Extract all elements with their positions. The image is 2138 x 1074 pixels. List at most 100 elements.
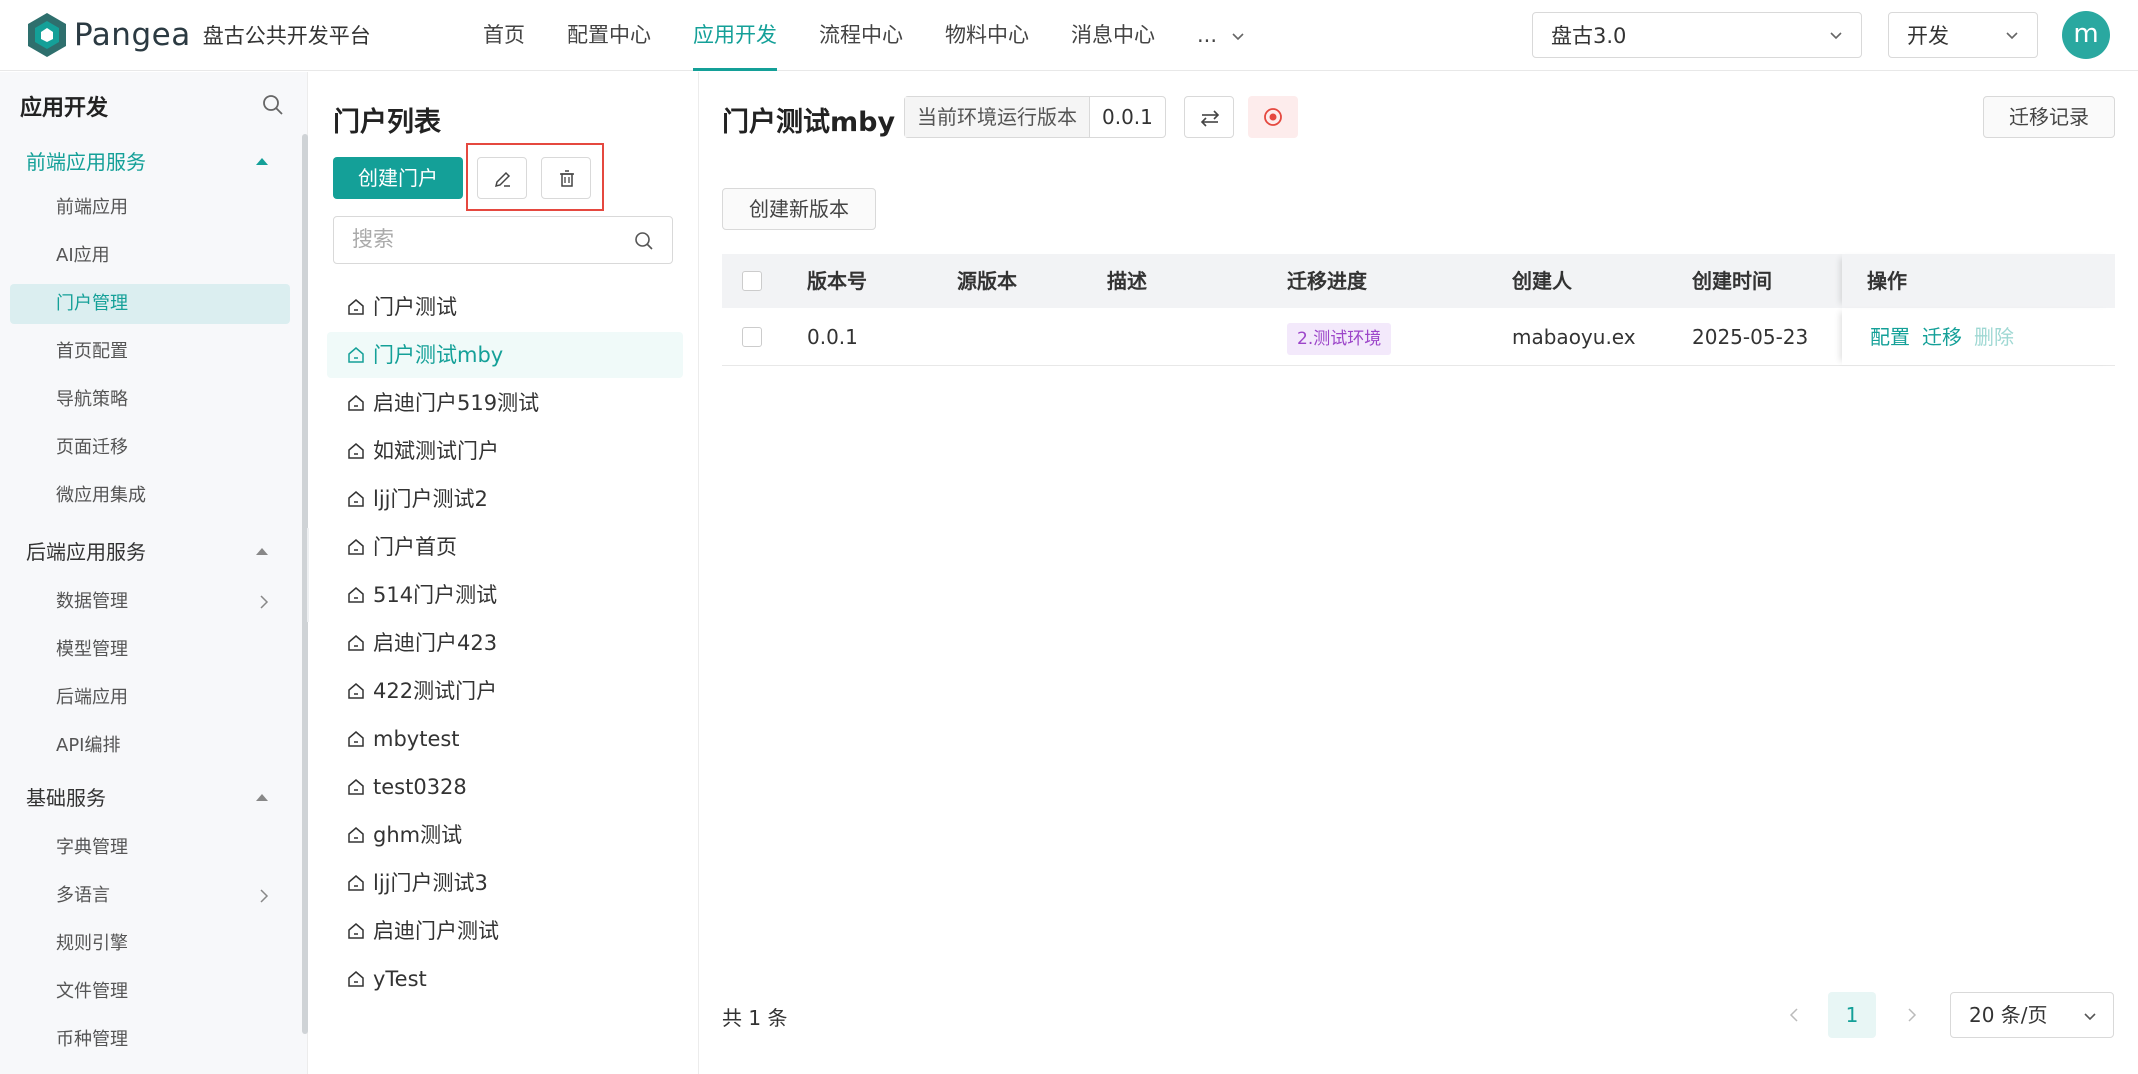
portal-item[interactable]: ljj门户测试2: [327, 476, 683, 522]
nav-material-center[interactable]: 物料中心: [924, 0, 1050, 71]
portal-item[interactable]: test0328: [327, 764, 683, 810]
sidebar-item-i18n[interactable]: 多语言: [10, 876, 290, 916]
env-version-value: 0.0.1: [1102, 105, 1153, 129]
sidebar-item-api-orchestration[interactable]: API编排: [10, 726, 290, 766]
nav-config-center[interactable]: 配置中心: [546, 0, 672, 71]
portal-item[interactable]: 门户测试mby: [327, 332, 683, 378]
portal-search-input[interactable]: [352, 217, 632, 261]
portal-item-label: ghm测试: [373, 823, 463, 847]
sidebar-item-portal-mgmt[interactable]: 门户管理: [10, 284, 290, 324]
sidebar-item-label: 多语言: [56, 885, 110, 906]
row-checkbox[interactable]: [742, 327, 762, 347]
env-version-tag: 当前环境运行版本 0.0.1: [904, 96, 1166, 138]
sidebar-item-currency[interactable]: 币种管理: [10, 1020, 290, 1060]
portal-item-label: 如斌测试门户: [373, 439, 499, 463]
caret-up-icon: [256, 548, 268, 555]
portal-item[interactable]: ghm测试: [327, 812, 683, 858]
portal-item[interactable]: mbytest: [327, 716, 683, 762]
main-content: 门户测试mby 当前环境运行版本 0.0.1 迁移记录 创建新版本 版本号 源版…: [700, 72, 2138, 1074]
sidebar-item-backend-app[interactable]: 后端应用: [10, 678, 290, 718]
home-icon: [348, 443, 364, 459]
sidebar-title: 应用开发: [20, 96, 109, 121]
portal-item[interactable]: 514门户测试: [327, 572, 683, 618]
next-page-button: [1898, 992, 1928, 1038]
portal-item[interactable]: 门户测试: [327, 284, 683, 330]
chevron-right-icon: [260, 889, 269, 903]
version-table: 版本号 源版本 描述 迁移进度 创建人 创建时间 操作 0.0.1 2.测试环境…: [722, 254, 2115, 366]
sidebar-item-dictionary[interactable]: 字典管理: [10, 828, 290, 868]
select-all-checkbox[interactable]: [742, 271, 762, 291]
portal-item[interactable]: ljj门户测试3: [327, 860, 683, 906]
sidebar-item-micro-app[interactable]: 微应用集成: [10, 476, 290, 516]
portal-item[interactable]: 启迪门户423: [327, 620, 683, 666]
sidebar-group-basic[interactable]: 基础服务: [0, 776, 290, 820]
env-version-label: 当前环境运行版本: [905, 97, 1090, 137]
sidebar-item-rule-engine[interactable]: 规则引擎: [10, 924, 290, 964]
table-header: 版本号 源版本 描述 迁移进度 创建人 创建时间 操作: [722, 254, 2115, 308]
main-nav: 首页 配置中心 应用开发 流程中心 物料中心 消息中心 ...: [462, 0, 1266, 71]
prev-page-button: [1780, 992, 1810, 1038]
nav-message-center[interactable]: 消息中心: [1050, 0, 1176, 71]
sidebar-item-data-mgmt[interactable]: 数据管理: [10, 582, 290, 622]
stage-tag: 2.测试环境: [1287, 323, 1392, 355]
portal-item[interactable]: 如斌测试门户: [327, 428, 683, 474]
home-icon: [348, 971, 364, 987]
sidebar-item-nav-strategy[interactable]: 导航策略: [10, 380, 290, 420]
nav-home[interactable]: 首页: [462, 0, 546, 71]
search-icon[interactable]: [262, 94, 284, 116]
migration-log-button[interactable]: 迁移记录: [1983, 96, 2115, 138]
sidebar-item-file-mgmt[interactable]: 文件管理: [10, 972, 290, 1012]
page-size-select[interactable]: 20 条/页: [1950, 992, 2114, 1038]
home-icon: [348, 683, 364, 699]
stop-button[interactable]: [1248, 96, 1298, 138]
search-icon[interactable]: [634, 231, 654, 251]
portal-item-label: 门户测试: [373, 295, 457, 319]
sidebar-group-frontend[interactable]: 前端应用服务: [0, 140, 290, 184]
portal-item-label: yTest: [373, 967, 427, 991]
pangea-logo-icon: [28, 13, 66, 57]
create-version-button[interactable]: 创建新版本: [722, 188, 876, 230]
sidebar-group-backend[interactable]: 后端应用服务: [0, 530, 290, 574]
config-link[interactable]: 配置: [1870, 325, 1910, 349]
nav-process-center[interactable]: 流程中心: [798, 0, 924, 71]
portal-search-field[interactable]: [333, 216, 673, 264]
highlight-box: [466, 143, 604, 211]
portal-item[interactable]: yTest: [327, 956, 683, 1002]
portal-item[interactable]: 门户首页: [327, 524, 683, 570]
chevron-down-icon: [2006, 32, 2018, 40]
user-avatar[interactable]: m: [2062, 11, 2110, 59]
col-desc: 描述: [1107, 269, 1147, 293]
total-count: 共 1 条: [722, 1006, 788, 1030]
portal-item[interactable]: 422测试门户: [327, 668, 683, 714]
env-select-value: 开发: [1907, 24, 1949, 48]
home-icon: [348, 491, 364, 507]
chevron-down-icon: [1232, 32, 1244, 40]
swap-icon: [1200, 110, 1220, 127]
table-row: 0.0.1 2.测试环境 mabaoyu.ex 2025-05-23 配置 迁移删…: [722, 308, 2115, 366]
nav-more-label: ...: [1197, 23, 1218, 47]
sidebar-item-home-config[interactable]: 首页配置: [10, 332, 290, 372]
chevron-right-icon: [260, 595, 269, 609]
create-portal-button[interactable]: 创建门户: [333, 157, 463, 199]
nav-app-dev[interactable]: 应用开发: [672, 0, 798, 71]
brand-logo[interactable]: Pangea 盘古公共开发平台: [26, 12, 371, 58]
col-source: 源版本: [957, 269, 1017, 293]
sidebar-group-label: 后端应用服务: [26, 540, 146, 564]
home-icon: [348, 923, 364, 939]
sidebar-item-frontend-app[interactable]: 前端应用: [10, 188, 290, 228]
project-select[interactable]: 盘古3.0: [1532, 12, 1862, 58]
switch-version-button[interactable]: [1184, 96, 1234, 138]
col-creator: 创建人: [1512, 269, 1572, 293]
nav-more[interactable]: ...: [1176, 0, 1266, 71]
sidebar-item-model-mgmt[interactable]: 模型管理: [10, 630, 290, 670]
env-select[interactable]: 开发: [1888, 12, 2038, 58]
migrate-link[interactable]: 迁移: [1922, 325, 1962, 349]
col-actions: 操作: [1867, 269, 1907, 293]
sidebar-item-page-migration[interactable]: 页面迁移: [10, 428, 290, 468]
page-number-current[interactable]: 1: [1828, 992, 1876, 1038]
portal-item[interactable]: 启迪门户519测试: [327, 380, 683, 426]
sidebar-item-ai-app[interactable]: AI应用: [10, 236, 290, 276]
portal-item[interactable]: 启迪门户测试: [327, 908, 683, 954]
cell-progress: 2.测试环境: [1287, 308, 1392, 366]
home-icon: [348, 395, 364, 411]
